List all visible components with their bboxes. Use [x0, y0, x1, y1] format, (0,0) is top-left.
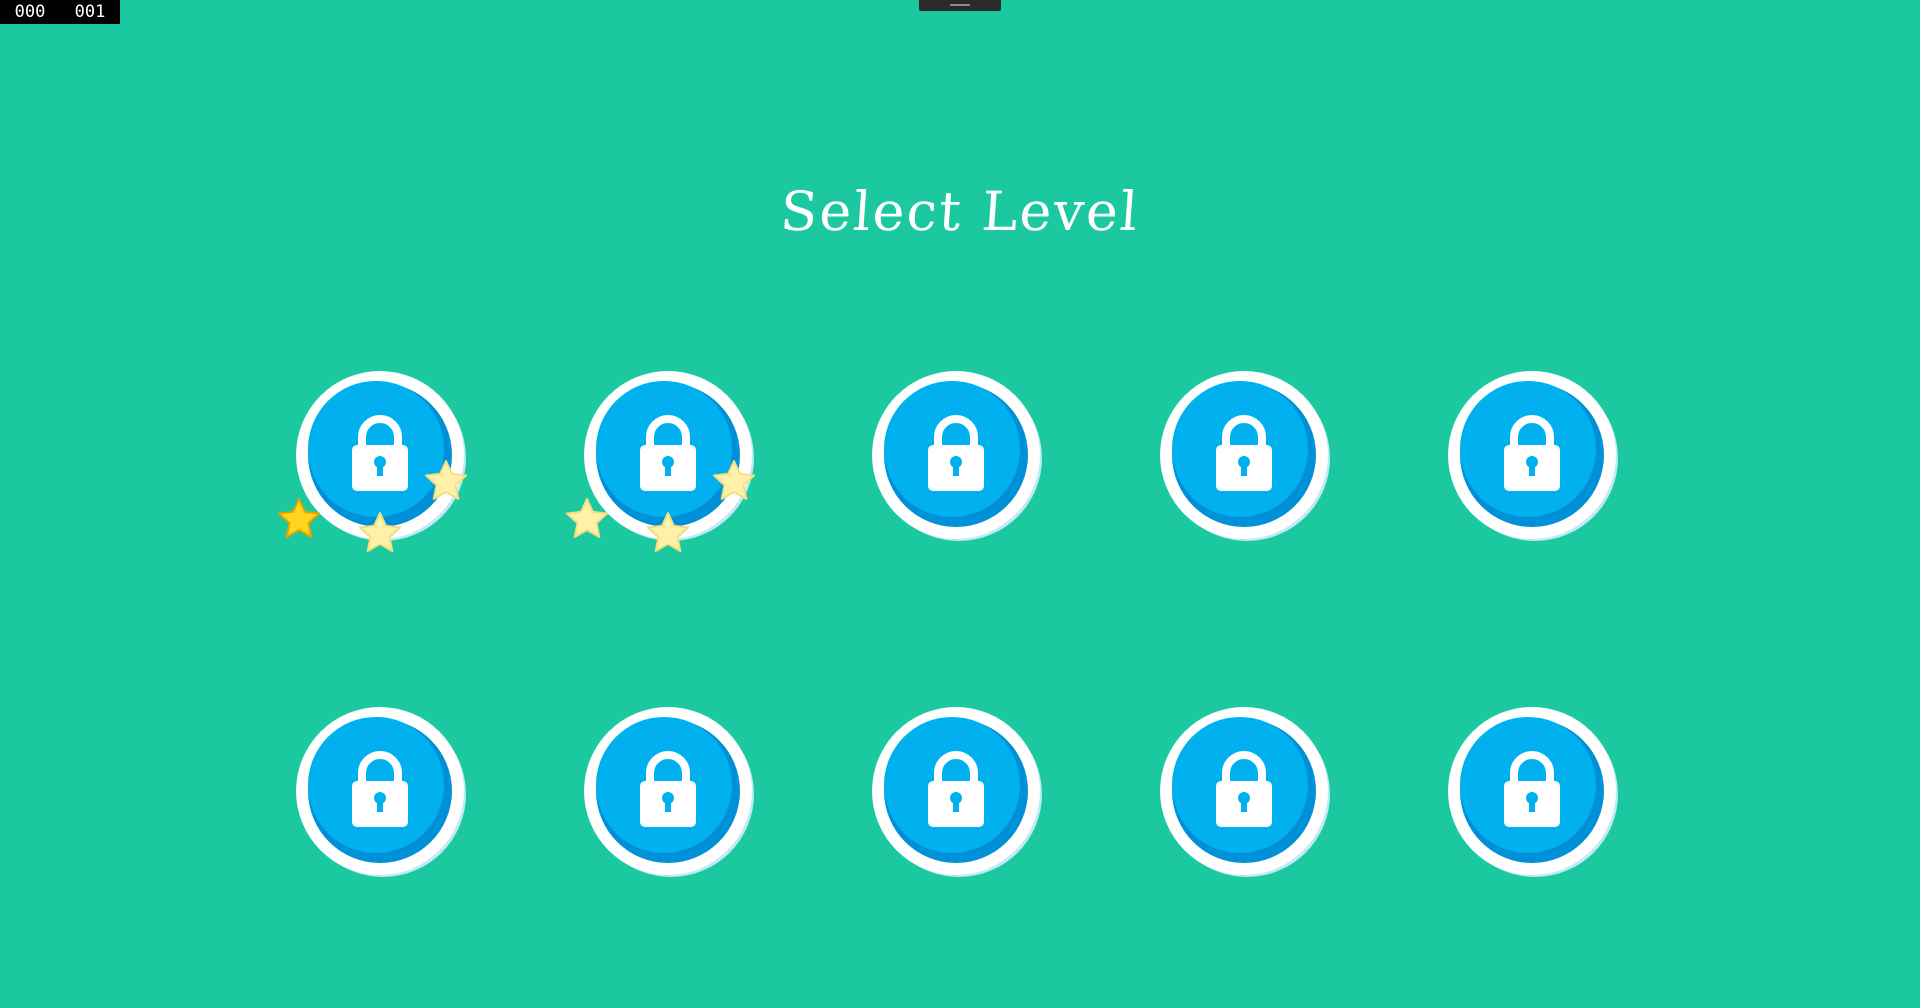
debug-counter-b: 001 — [74, 2, 106, 22]
level-button-graphic — [1448, 707, 1618, 877]
level-button-1[interactable] — [278, 369, 467, 552]
level-button-9[interactable] — [1158, 705, 1330, 877]
level-button-graphic — [566, 371, 755, 552]
level-button-8[interactable] — [870, 705, 1042, 877]
level-button-7[interactable] — [582, 705, 754, 877]
level-button-graphic — [278, 371, 467, 552]
level-select-screen: 000 001 Select Level — [0, 0, 1920, 1008]
level-button-graphic — [584, 707, 754, 877]
level-button-2[interactable] — [566, 369, 755, 552]
level-button-graphic — [872, 371, 1042, 541]
level-button-5[interactable] — [1446, 369, 1618, 541]
level-button-graphic — [296, 707, 466, 877]
debug-counter: 000 001 — [0, 0, 120, 24]
debug-counter-a: 000 — [14, 2, 46, 22]
level-button-10[interactable] — [1446, 705, 1618, 877]
top-drag-handle[interactable] — [919, 0, 1001, 11]
level-button-graphic — [1160, 707, 1330, 877]
page-title: Select Level — [778, 180, 1142, 243]
level-button-graphic — [1160, 371, 1330, 541]
level-button-graphic — [872, 707, 1042, 877]
level-button-4[interactable] — [1158, 369, 1330, 541]
level-button-3[interactable] — [870, 369, 1042, 541]
level-button-6[interactable] — [294, 705, 466, 877]
level-button-graphic — [1448, 371, 1618, 541]
